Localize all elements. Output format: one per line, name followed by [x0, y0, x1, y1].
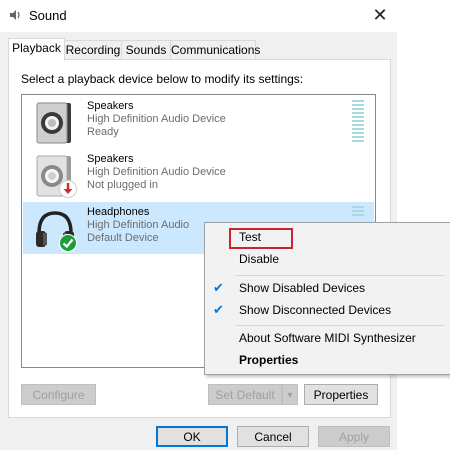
menu-item-label: Disable	[239, 252, 280, 266]
close-button[interactable]: ✕	[363, 0, 397, 32]
apply-button[interactable]: Apply	[318, 426, 390, 447]
menu-item-label: Show Disconnected Devices	[239, 303, 392, 317]
menu-item-test[interactable]: Test	[205, 226, 450, 249]
configure-button[interactable]: Configure	[21, 384, 96, 405]
device-name: Speakers	[87, 153, 134, 165]
menu-item-disable[interactable]: Disable	[205, 248, 450, 270]
menu-item-about-midi[interactable]: About Software MIDI Synthesizer	[205, 327, 450, 349]
device-row-speakers[interactable]: Speakers High Definition Audio Device Re…	[23, 96, 374, 148]
sound-app-icon	[10, 10, 20, 20]
tab-communications[interactable]: Communications	[170, 40, 260, 60]
menu-item-show-disabled-devices[interactable]: ✔ Show Disabled Devices	[205, 277, 450, 299]
device-status: Not plugged in	[87, 179, 158, 191]
set-default-dropdown-arrow[interactable]: ▾	[282, 384, 298, 405]
tab-sounds[interactable]: Sounds	[121, 40, 171, 60]
tab-recording[interactable]: Recording	[64, 40, 122, 60]
device-name: Headphones	[87, 206, 150, 218]
device-status: Ready	[87, 126, 119, 138]
set-default-button[interactable]: Set Default	[208, 384, 282, 405]
menu-separator	[235, 325, 445, 326]
cancel-button[interactable]: Cancel	[237, 426, 309, 447]
checkmark-icon: ✔	[213, 302, 224, 317]
volume-meter	[352, 206, 364, 218]
volume-meter	[352, 100, 364, 144]
title-bar: Sound ✕	[0, 0, 397, 32]
device-description: High Definition Audio Device	[87, 113, 226, 125]
menu-item-label: Properties	[239, 353, 299, 367]
speaker-icon	[36, 102, 71, 144]
menu-separator	[235, 275, 445, 276]
device-description: High Definition Audio Device	[87, 166, 226, 178]
instruction-text: Select a playback device below to modify…	[21, 72, 304, 86]
properties-button[interactable]: Properties	[304, 384, 378, 405]
checkmark-icon: ✔	[213, 280, 224, 295]
device-description: High Definition Audio	[87, 219, 190, 231]
menu-item-label: About Software MIDI Synthesizer	[239, 331, 416, 345]
down-arrow-badge-icon	[59, 180, 77, 198]
menu-item-label: Show Disabled Devices	[239, 281, 366, 295]
device-row-speakers-unplugged[interactable]: Speakers High Definition Audio Device No…	[23, 149, 374, 201]
tab-playback[interactable]: Playback	[8, 38, 65, 61]
device-name: Speakers	[87, 100, 134, 112]
menu-item-properties[interactable]: Properties	[205, 349, 450, 371]
context-menu: Test Disable ✔ Show Disabled Devices ✔ S…	[204, 222, 450, 375]
window-title: Sound	[29, 8, 67, 23]
menu-item-label: Test	[239, 230, 262, 244]
check-badge-icon	[59, 234, 77, 252]
device-status: Default Device	[87, 232, 159, 244]
ok-button[interactable]: OK	[156, 426, 228, 447]
menu-item-show-disconnected-devices[interactable]: ✔ Show Disconnected Devices	[205, 299, 450, 321]
